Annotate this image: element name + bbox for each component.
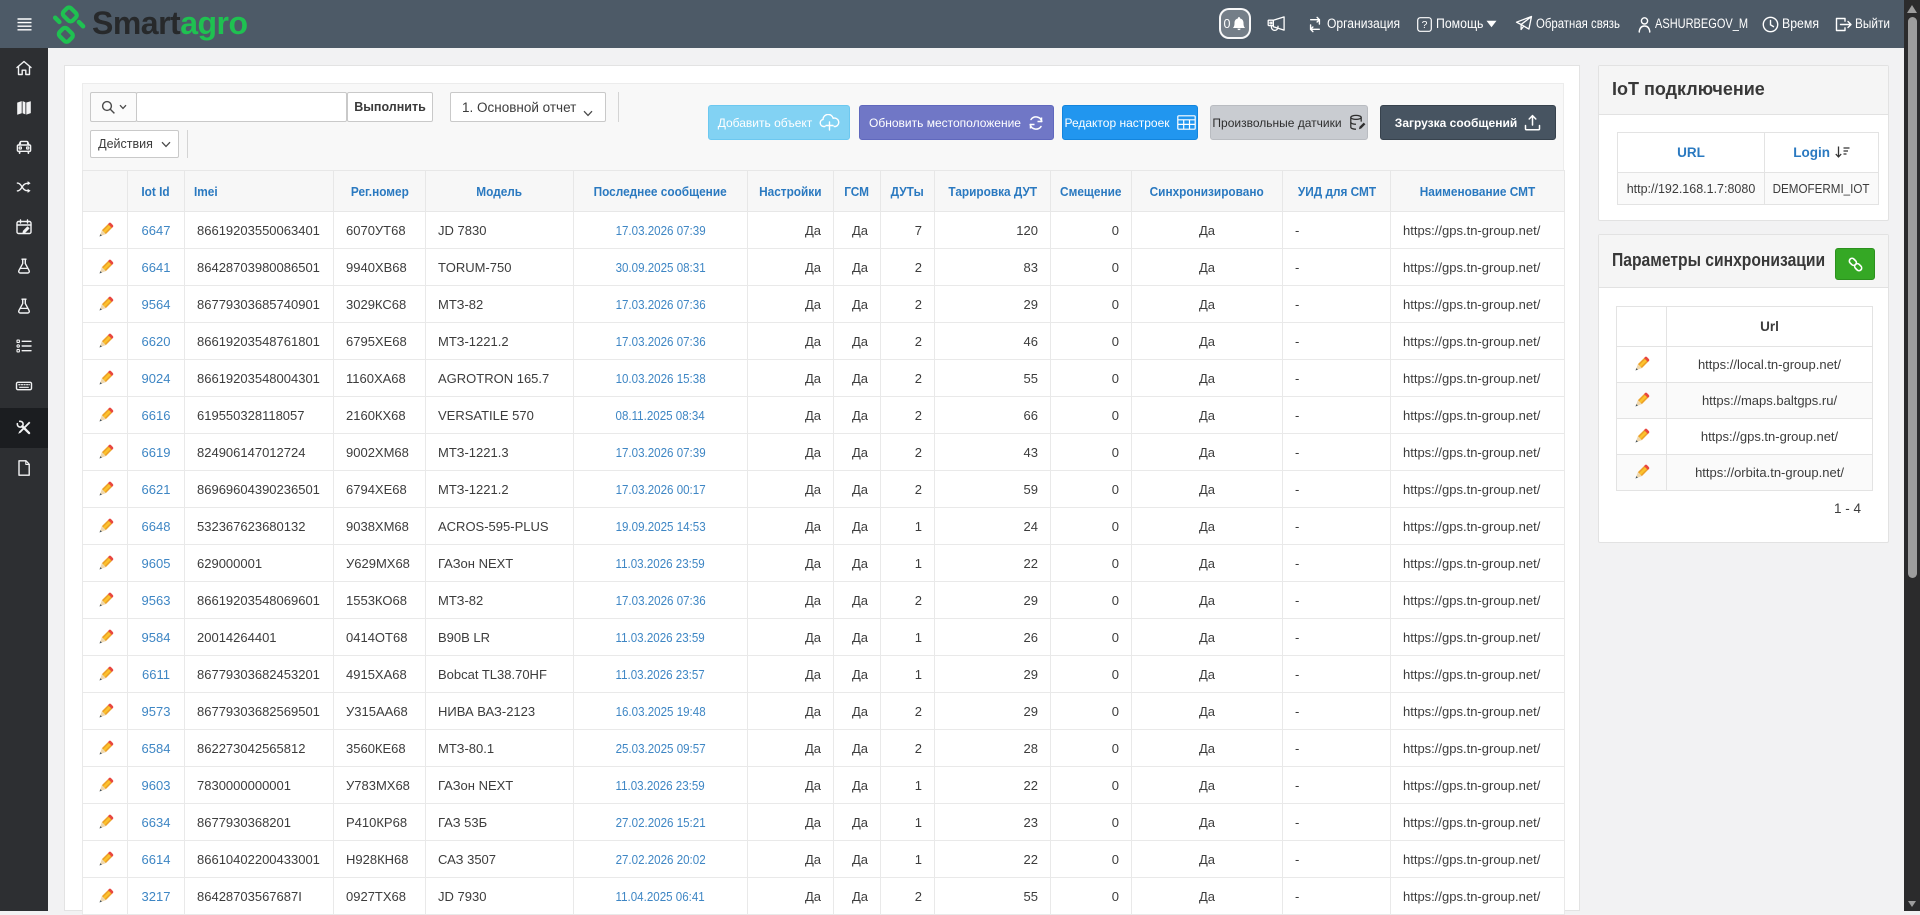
- svg-text:?: ?: [1422, 19, 1428, 31]
